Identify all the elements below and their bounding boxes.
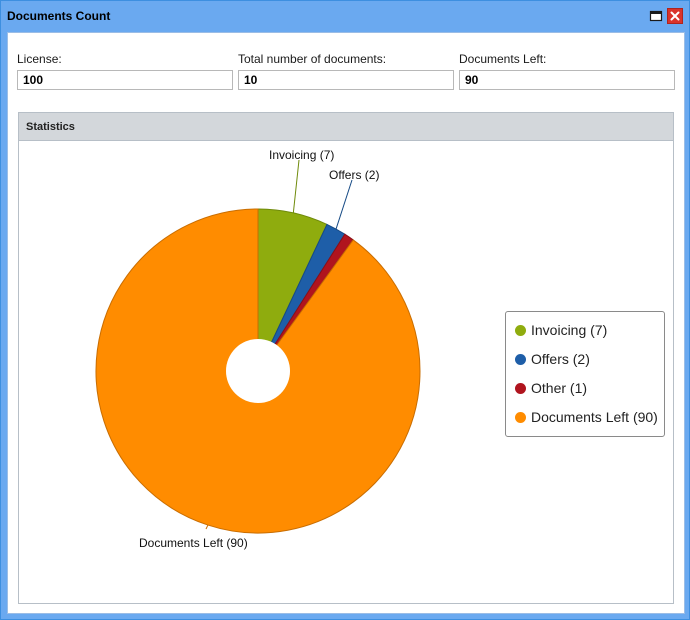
- callout-line-invoicing: [292, 159, 300, 213]
- data-label-documents-left: Documents Left (90): [139, 536, 248, 550]
- statistics-panel: Statistics Invoicing (7) Offers (2) Docume…: [18, 112, 674, 604]
- legend-label-documents-left: Documents Left (90): [531, 409, 658, 425]
- statistics-title: Statistics: [26, 121, 75, 133]
- legend-swatch-invoicing: [515, 325, 526, 336]
- title-bar[interactable]: Documents Count: [1, 1, 689, 32]
- data-label-offers: Offers (2): [329, 168, 379, 182]
- donut-hole: [226, 339, 290, 403]
- data-label-invoicing: Invoicing (7): [269, 148, 334, 162]
- close-icon: [670, 11, 680, 21]
- license-label: License:: [17, 52, 62, 66]
- callout-line-offers: [335, 179, 353, 230]
- legend-swatch-documents-left: [515, 412, 526, 423]
- maximize-icon[interactable]: [649, 9, 663, 23]
- license-field[interactable]: [17, 70, 233, 90]
- window-title: Documents Count: [7, 9, 111, 23]
- close-button[interactable]: [667, 8, 683, 24]
- legend-swatch-offers: [515, 354, 526, 365]
- callout-line-documents-left: [205, 524, 209, 530]
- legend-label-invoicing: Invoicing (7): [531, 322, 608, 338]
- legend-label-offers: Offers (2): [531, 351, 590, 367]
- documents-left-field[interactable]: [459, 70, 675, 90]
- statistics-header: Statistics: [19, 113, 673, 141]
- total-documents-label: Total number of documents:: [238, 52, 387, 66]
- chart-legend: Invoicing (7) Offers (2) Other (1) Docum…: [505, 311, 665, 437]
- documents-left-label: Documents Left:: [459, 52, 547, 66]
- window-content: License: Total number of documents: Docu…: [7, 32, 685, 614]
- legend-label-other: Other (1): [531, 380, 588, 396]
- legend-swatch-other: [515, 383, 526, 394]
- total-documents-field[interactable]: [238, 70, 454, 90]
- documents-count-window: Documents Count License: Total number of…: [0, 0, 690, 620]
